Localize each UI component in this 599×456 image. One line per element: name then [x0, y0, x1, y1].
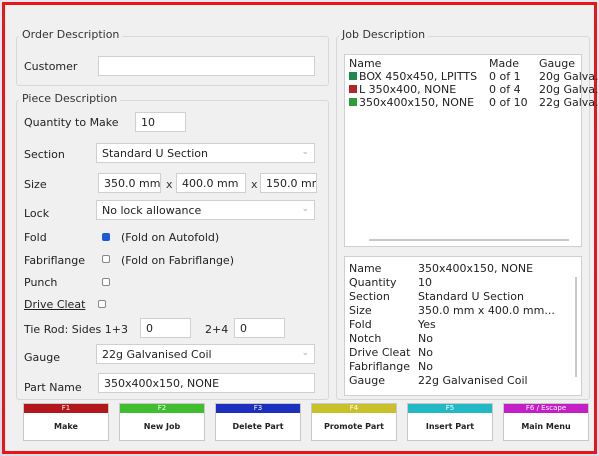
size-c-input[interactable]: 150.0 mm — [260, 173, 317, 193]
vertical-scrollbar[interactable] — [575, 277, 577, 377]
list-item[interactable]: BOX 450x450, LPITTS 0 of 1 20g Galva. — [349, 70, 599, 83]
column-made-header[interactable]: Made — [489, 57, 519, 70]
order-description-title: Order Description — [19, 28, 123, 41]
quantity-input[interactable]: 10 — [135, 112, 186, 132]
fold-checkbox[interactable] — [102, 233, 110, 241]
gauge-value: 22g Galvanised Coil — [102, 348, 212, 361]
delete-part-button[interactable]: F3 Delete Part — [215, 403, 301, 441]
job-list[interactable]: Name Made Gauge BOX 450x450, LPITTS 0 of… — [344, 54, 599, 247]
new-job-button[interactable]: F2 New Job — [119, 403, 205, 441]
section-select[interactable]: Standard U Section ⌄ — [96, 143, 315, 163]
main-menu-button-label: Main Menu — [521, 422, 571, 431]
main-menu-button[interactable]: F6 / Escape Main Menu — [503, 403, 589, 441]
job-row-name: L 350x400, NONE — [359, 83, 457, 96]
make-button-label: Make — [54, 422, 78, 431]
job-row-name: 350x400x150, NONE — [359, 96, 475, 109]
horizontal-scrollbar[interactable] — [369, 239, 569, 241]
quantity-label: Quantity to Make — [24, 116, 119, 129]
tie-rod-label: Tie Rod: Sides 1+3 — [24, 323, 128, 336]
part-details-panel: Name 350x400x150, NONE Quantity 10 Section… — [344, 256, 582, 396]
fkey-f4-label: F4 — [312, 404, 396, 413]
tie-rod-24-label: 2+4 — [205, 323, 229, 336]
job-row-made: 0 of 10 — [489, 96, 528, 109]
punch-checkbox[interactable] — [102, 278, 110, 286]
fkey-f3-label: F3 — [216, 404, 300, 413]
job-row-name: BOX 450x450, LPITTS — [359, 70, 478, 83]
fabriflange-label: Fabriflange — [24, 254, 86, 267]
part-name-label: Part Name — [24, 381, 82, 394]
insert-part-button-label: Insert Part — [425, 422, 475, 431]
size-b-input[interactable]: 400.0 mm — [176, 173, 246, 193]
punch-label: Punch — [24, 276, 58, 289]
column-gauge-header[interactable]: Gauge — [539, 57, 575, 70]
gauge-label: Gauge — [24, 351, 60, 364]
fold-note: (Fold on Autofold) — [121, 231, 220, 244]
chevron-down-icon: ⌄ — [301, 348, 309, 358]
job-row-gauge: 20g Galva. — [539, 83, 599, 96]
lock-value: No lock allowance — [102, 204, 202, 217]
box-part-icon — [349, 72, 357, 80]
fabriflange-note: (Fold on Fabriflange) — [121, 254, 234, 267]
size-x-separator-1: x — [166, 178, 173, 191]
promote-part-button-label: Promote Part — [324, 422, 384, 431]
size-a-input[interactable]: 350.0 mm — [98, 173, 161, 193]
lock-label: Lock — [24, 207, 50, 220]
fkey-f2-label: F2 — [120, 404, 204, 413]
make-button[interactable]: F1 Make — [23, 403, 109, 441]
delete-part-button-label: Delete Part — [232, 422, 284, 431]
chevron-down-icon: ⌄ — [301, 204, 309, 214]
tie-rod-13-input[interactable]: 0 — [140, 318, 191, 338]
job-row-gauge: 22g Galva. — [539, 96, 599, 109]
size-x-separator-2: x — [251, 178, 258, 191]
fkey-f1-label: F1 — [24, 404, 108, 413]
customer-input[interactable] — [98, 56, 315, 76]
u-part-icon — [349, 98, 357, 106]
column-name-header[interactable]: Name — [349, 57, 381, 70]
fabriflange-checkbox[interactable] — [102, 255, 110, 263]
section-label: Section — [24, 148, 65, 161]
list-item[interactable]: L 350x400, NONE 0 of 4 20g Galva. — [349, 83, 599, 96]
job-row-made: 0 of 4 — [489, 83, 521, 96]
tie-rod-24-input[interactable]: 0 — [234, 318, 285, 338]
section-value: Standard U Section — [102, 147, 208, 160]
promote-part-button[interactable]: F4 Promote Part — [311, 403, 397, 441]
drive-cleat-label: Drive Cleat — [24, 298, 86, 311]
gauge-select[interactable]: 22g Galvanised Coil ⌄ — [96, 344, 315, 364]
chevron-down-icon: ⌄ — [301, 147, 309, 157]
part-name-input[interactable]: 350x400x150, NONE — [98, 373, 315, 393]
fold-label: Fold — [24, 231, 47, 244]
lock-select[interactable]: No lock allowance ⌄ — [96, 200, 315, 220]
job-row-made: 0 of 1 — [489, 70, 521, 83]
size-label: Size — [24, 178, 47, 191]
job-description-title: Job Description — [339, 28, 429, 41]
fkey-f6-label: F6 / Escape — [504, 404, 588, 413]
piece-description-title: Piece Description — [19, 92, 121, 105]
job-list-header: Name Made Gauge — [349, 57, 577, 70]
insert-part-button[interactable]: F5 Insert Part — [407, 403, 493, 441]
list-item[interactable]: 350x400x150, NONE 0 of 10 22g Galva. — [349, 96, 599, 109]
drive-cleat-checkbox[interactable] — [98, 300, 106, 308]
customer-label: Customer — [24, 60, 78, 73]
l-part-icon — [349, 85, 357, 93]
fkey-f5-label: F5 — [408, 404, 492, 413]
job-row-gauge: 20g Galva. — [539, 70, 599, 83]
new-job-button-label: New Job — [143, 422, 181, 431]
